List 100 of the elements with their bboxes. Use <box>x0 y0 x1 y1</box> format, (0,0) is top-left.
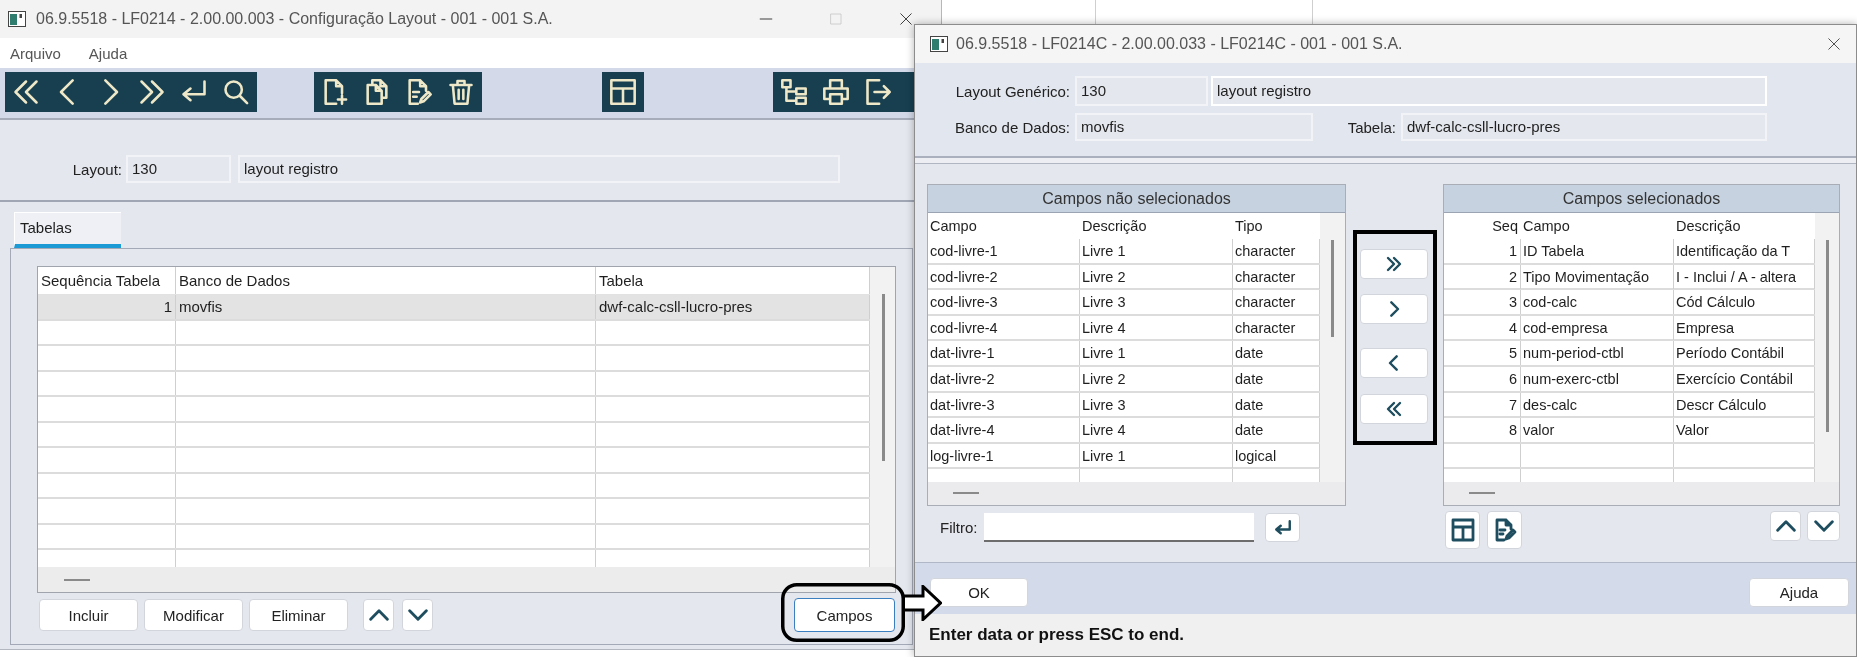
add-all-button[interactable] <box>1360 249 1428 279</box>
close-icon[interactable] <box>1827 37 1841 51</box>
list-title: Campos selecionados <box>1444 185 1839 213</box>
menu-item[interactable]: Arquivo <box>6 44 65 62</box>
list-row[interactable]: 8 valor Valor <box>1444 418 1815 444</box>
list-row[interactable]: 5 num-period-ctbl Período Contábil <box>1444 341 1815 367</box>
column-header: Seq <box>1491 217 1519 236</box>
list-row[interactable]: cod-livre-1 Livre 1 character <box>928 239 1320 265</box>
list-row[interactable]: 7 des-calc Descr Cálculo <box>1444 392 1815 419</box>
field-label: Tabela: <box>1346 118 1396 136</box>
list-cell: cod-livre-2 <box>928 264 1080 289</box>
dialog-button[interactable]: OK <box>930 578 1028 607</box>
list-cell: Livre 1 <box>1080 341 1233 366</box>
list-cell: dat-livre-2 <box>928 366 1080 391</box>
list-cell: Livre 3 <box>1080 392 1233 417</box>
column-header: Descrição <box>1675 217 1742 236</box>
list-cell: Livre 4 <box>1080 315 1233 340</box>
scrollbar-thumb[interactable] <box>1331 240 1334 337</box>
list-cell: 5 <box>1444 341 1521 366</box>
tab[interactable]: Tabelas <box>14 212 121 248</box>
list-cell: des-calc <box>1521 392 1674 417</box>
column-header: Campo <box>1522 217 1571 236</box>
list-row[interactable]: cod-livre-2 Livre 2 character <box>928 264 1320 291</box>
action-button[interactable]: Eliminar <box>249 599 348 631</box>
move-up-button[interactable] <box>1770 511 1801 541</box>
description-field[interactable]: layout registro <box>238 155 840 183</box>
layout-button[interactable] <box>1445 511 1480 549</box>
field-label: Banco de Dados: <box>953 118 1070 136</box>
list-row[interactable]: cod-livre-3 Livre 3 character <box>928 290 1320 316</box>
remove-all-button[interactable] <box>1360 394 1428 424</box>
table-row[interactable]: 1 movfis dwf-calc-csll-lucro-pres <box>38 295 870 321</box>
double-chevron-right-icon[interactable] <box>138 78 166 106</box>
list-cell: num-period-ctbl <box>1521 341 1674 366</box>
apply-filter-button[interactable] <box>1265 513 1300 542</box>
code-field[interactable]: 130 <box>126 155 231 183</box>
scrollbar-thumb[interactable] <box>1826 240 1829 432</box>
tree-icon[interactable] <box>780 78 808 106</box>
printer-icon[interactable] <box>822 78 850 106</box>
app-icon <box>8 11 26 27</box>
list-cell: Livre 1 <box>1080 239 1233 263</box>
list-cell: Livre 3 <box>1080 290 1233 315</box>
layout-icon[interactable] <box>609 78 637 106</box>
list-row[interactable]: 3 cod-calc Cód Cálculo <box>1444 290 1815 316</box>
add-button[interactable] <box>1360 294 1428 324</box>
field-label: Filtro: <box>940 519 979 536</box>
list-row[interactable]: dat-livre-1 Livre 1 date <box>928 341 1320 367</box>
list-cell: Livre 2 <box>1080 264 1233 289</box>
list-row[interactable]: dat-livre-2 Livre 2 date <box>928 366 1320 393</box>
dialog-button[interactable]: Ajuda <box>1749 578 1849 607</box>
move-up-button[interactable] <box>363 599 394 631</box>
scrollbar-thumb[interactable] <box>64 579 90 581</box>
list-cell: Livre 4 <box>1080 418 1233 443</box>
list-row[interactable]: 6 num-exerc-ctbl Exercício Contábil <box>1444 366 1815 393</box>
move-down-button[interactable] <box>1807 511 1840 541</box>
list-cell: Tipo Movimentação <box>1521 264 1674 289</box>
list-row[interactable]: log-livre-1 Livre 1 logical <box>928 443 1320 470</box>
column-header: Sequência Tabela <box>38 267 176 294</box>
list-cell: 8 <box>1444 418 1521 443</box>
column-header: Tipo <box>1234 217 1264 236</box>
list-row[interactable]: 4 cod-empresa Empresa <box>1444 315 1815 342</box>
window-title: 06.9.5518 - LF0214 - 2.00.00.003 - Configuração Layout - 001 - 001 S.A. <box>36 10 553 28</box>
list-row[interactable]: 2 Tipo Movimentação I - Inclui / A - altera <box>1444 264 1815 291</box>
double-chevron-right-icon <box>1386 256 1402 272</box>
list-row[interactable]: dat-livre-3 Livre 3 date <box>928 392 1320 419</box>
list-row[interactable]: dat-livre-4 Livre 4 date <box>928 418 1320 444</box>
double-chevron-left-icon[interactable] <box>12 78 40 106</box>
remove-button[interactable] <box>1360 348 1428 378</box>
document-pencil-icon[interactable] <box>405 78 433 106</box>
table-cell: 1 <box>38 295 176 319</box>
description-field[interactable]: layout registro <box>1211 76 1767 106</box>
menu-item[interactable]: Ajuda <box>84 44 132 62</box>
list-cell: dat-livre-1 <box>928 341 1080 366</box>
search-icon[interactable] <box>222 78 250 106</box>
new-document-icon[interactable] <box>321 78 349 106</box>
fields-button[interactable]: Campos <box>794 598 895 632</box>
list-cell: dat-livre-4 <box>928 418 1080 443</box>
move-down-button[interactable] <box>402 599 433 631</box>
scrollbar-thumb[interactable] <box>1469 492 1495 494</box>
list-cell: num-exerc-ctbl <box>1521 366 1674 391</box>
filter-field[interactable] <box>984 513 1254 542</box>
code-field[interactable]: 130 <box>1075 76 1208 106</box>
list-cell: Livre 1 <box>1080 443 1233 468</box>
list-row[interactable]: cod-livre-4 Livre 4 character <box>928 315 1320 342</box>
edit-button[interactable] <box>1487 511 1522 549</box>
copy-icon[interactable] <box>363 78 391 106</box>
list-cell: 3 <box>1444 290 1521 315</box>
close-icon[interactable] <box>899 12 913 26</box>
action-button[interactable]: Incluir <box>39 599 138 631</box>
action-button[interactable]: Modificar <box>144 599 243 631</box>
exit-icon[interactable] <box>864 78 892 106</box>
list-cell: dat-livre-3 <box>928 392 1080 417</box>
trash-icon[interactable] <box>447 78 475 106</box>
scrollbar-thumb[interactable] <box>882 294 885 461</box>
table-field[interactable]: dwf-calc-csll-lucro-pres <box>1401 113 1767 141</box>
list-cell: cod-livre-4 <box>928 315 1080 340</box>
database-field[interactable]: movfis <box>1075 113 1313 141</box>
list-row[interactable]: 1 ID Tabela Identificação da T <box>1444 239 1815 265</box>
field-label: Layout: <box>71 160 122 178</box>
scrollbar-thumb[interactable] <box>953 492 979 494</box>
list-cell: ID Tabela <box>1521 239 1674 263</box>
